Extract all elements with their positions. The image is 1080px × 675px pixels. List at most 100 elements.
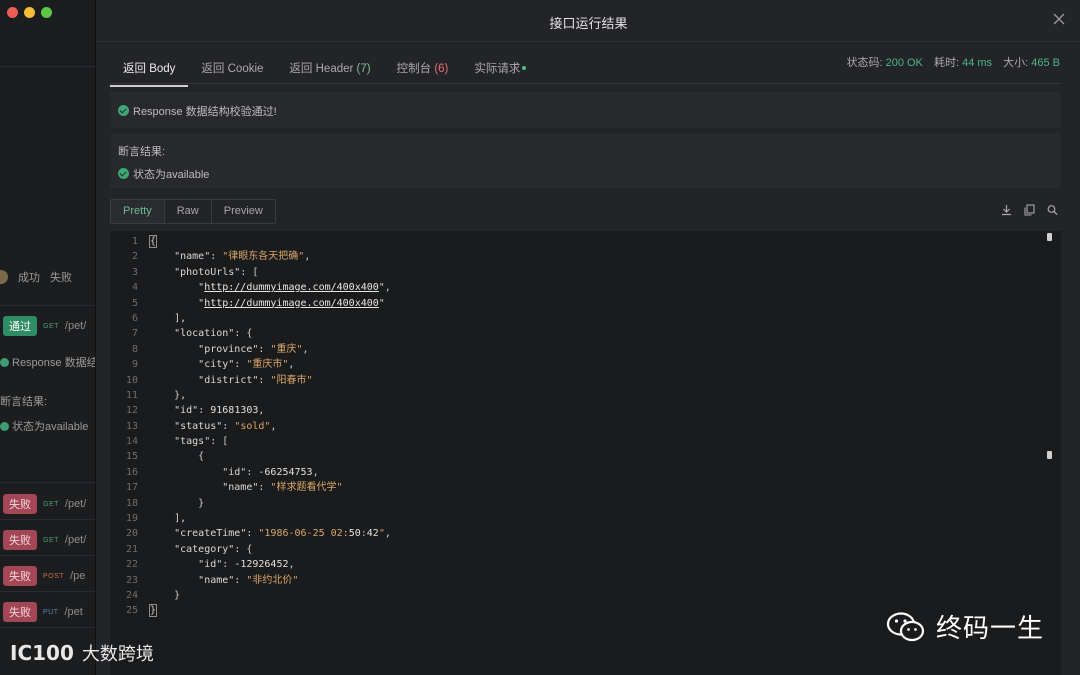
filter-success[interactable]: 成功: [18, 269, 40, 285]
code-line: "category": {: [174, 543, 253, 555]
code-line: {: [150, 451, 205, 463]
code-line: }: [148, 604, 158, 618]
status-badge: 通过: [3, 316, 37, 336]
line-number: 18: [125, 497, 138, 509]
line-number: 4: [131, 282, 138, 294]
result-row[interactable]: 失败 GET /pet/: [3, 494, 86, 514]
code-line: "tags": [: [174, 436, 229, 448]
filter-failure[interactable]: 失败: [50, 269, 72, 285]
path-label: /pet: [64, 606, 83, 618]
status-dot-icon: [522, 66, 527, 70]
minimize-window-button[interactable]: [24, 7, 35, 18]
window-controls: [7, 7, 52, 18]
line-number: 20: [125, 528, 138, 540]
divider: [0, 555, 100, 556]
divider: [110, 83, 1061, 84]
assert-label: 断言结果:: [0, 396, 48, 408]
run-result-modal: 接口运行结果 返回 Body 返回 Cookie 返回 Header (7) 控…: [95, 0, 1080, 675]
download-icon[interactable]: [1001, 204, 1012, 216]
path-label: /pe: [70, 570, 86, 582]
code-line: "name": "非约北价": [198, 574, 299, 586]
tab-count: (7): [356, 63, 371, 75]
code-line: "name": "样求题看代学": [222, 482, 343, 494]
code-line: "city": "重庆市",: [198, 359, 295, 371]
filter-all-icon[interactable]: [0, 270, 8, 284]
divider: [0, 627, 100, 628]
method-label: GET: [43, 322, 59, 330]
watermark-text: 终码一生: [935, 614, 1044, 644]
divider: [96, 41, 1080, 42]
watermark-right: 终码一生: [886, 608, 1044, 645]
method-label: GET: [43, 536, 59, 544]
divider: [0, 66, 100, 67]
line-number: 3: [131, 266, 138, 278]
path-label: /pet/: [64, 498, 87, 510]
line-number: 2: [131, 251, 138, 263]
result-row[interactable]: 失败 PUT /pet: [3, 602, 83, 622]
tab-pretty[interactable]: Pretty: [111, 200, 165, 223]
result-row[interactable]: 失败 POST /pe: [3, 566, 85, 586]
validation-text: Response 数据结构: [0, 354, 109, 370]
code-line: ],: [150, 312, 187, 324]
code-lines: { "name": "律眼东各天把确", "photoUrls": [ "htt…: [148, 234, 391, 619]
code-line: "id": 91681303,: [174, 405, 265, 417]
size-label: 大小:: [1003, 57, 1029, 69]
path-label: /pet/: [64, 534, 87, 546]
code-line: "province": "重庆",: [198, 343, 309, 355]
assertion-title: 断言结果:: [118, 146, 166, 158]
watermark-logo: IC100: [10, 641, 74, 665]
response-stats: 状态码: 200 OK 耗时: 44 ms 大小: 465 B: [846, 54, 1060, 70]
method-label: POST: [43, 572, 65, 580]
check-icon: [118, 168, 129, 179]
code-line: ],: [150, 513, 187, 525]
code-line: "id": -66254753,: [222, 466, 319, 478]
scrollbar-marker: [1047, 451, 1052, 459]
view-mode-tabs: Pretty Raw Preview: [110, 199, 276, 224]
tab-raw[interactable]: Raw: [165, 200, 212, 223]
code-line: "createTime": "1986-06-25 02:50:42",: [174, 528, 391, 540]
code-line: "http://dummyimage.com/400x400": [150, 297, 385, 309]
search-icon[interactable]: [1047, 204, 1058, 216]
line-number: 13: [125, 420, 138, 432]
result-row[interactable]: 失败 GET /pet/: [3, 530, 86, 550]
line-number: 19: [125, 513, 138, 525]
status-badge: 失败: [3, 602, 37, 622]
method-label: GET: [43, 500, 59, 508]
code-line: "http://dummyimage.com/400x400",: [150, 282, 391, 294]
divider: [0, 591, 100, 592]
assert-item: 状态为available: [0, 418, 88, 434]
line-number: 15: [125, 451, 138, 463]
validation-message: Response 数据结构校验通过!: [118, 103, 277, 119]
code-line: "location": {: [174, 328, 253, 340]
wechat-icon: [886, 611, 925, 641]
tab-count: (6): [434, 63, 449, 75]
line-number: 8: [131, 343, 138, 355]
validation-panel: Response 数据结构校验通过!: [110, 92, 1061, 128]
maximize-window-button[interactable]: [41, 7, 52, 18]
line-number: 23: [125, 574, 138, 586]
check-icon: [0, 358, 9, 367]
divider: [0, 305, 100, 306]
check-icon: [118, 105, 129, 116]
watermark-left: IC100 大数跨境: [10, 640, 154, 666]
background-app: 成功 失败 通过 GET /pet/ Response 数据结构 断言结果: 状…: [0, 0, 109, 675]
code-line: "name": "律眼东各天把确",: [174, 251, 311, 263]
watermark-text: 大数跨境: [81, 644, 154, 665]
assertion-item: 状态为available: [118, 166, 209, 182]
line-number: 16: [125, 466, 138, 478]
line-number: 6: [131, 312, 138, 324]
line-number: 14: [125, 436, 138, 448]
path-label: /pet/: [64, 320, 87, 332]
close-window-button[interactable]: [7, 7, 18, 18]
copy-icon[interactable]: [1024, 204, 1035, 216]
tab-preview[interactable]: Preview: [212, 200, 275, 223]
scrollbar-thumb[interactable]: [1047, 233, 1052, 241]
code-line: "id": -12926452,: [198, 559, 295, 571]
code-line: }: [150, 497, 205, 509]
code-line: {: [148, 235, 158, 248]
line-number: 10: [125, 374, 138, 386]
result-row[interactable]: 通过 GET /pet/: [3, 316, 86, 336]
line-number: 5: [131, 297, 138, 309]
close-icon[interactable]: [1052, 12, 1066, 26]
status-badge: 失败: [3, 566, 37, 586]
